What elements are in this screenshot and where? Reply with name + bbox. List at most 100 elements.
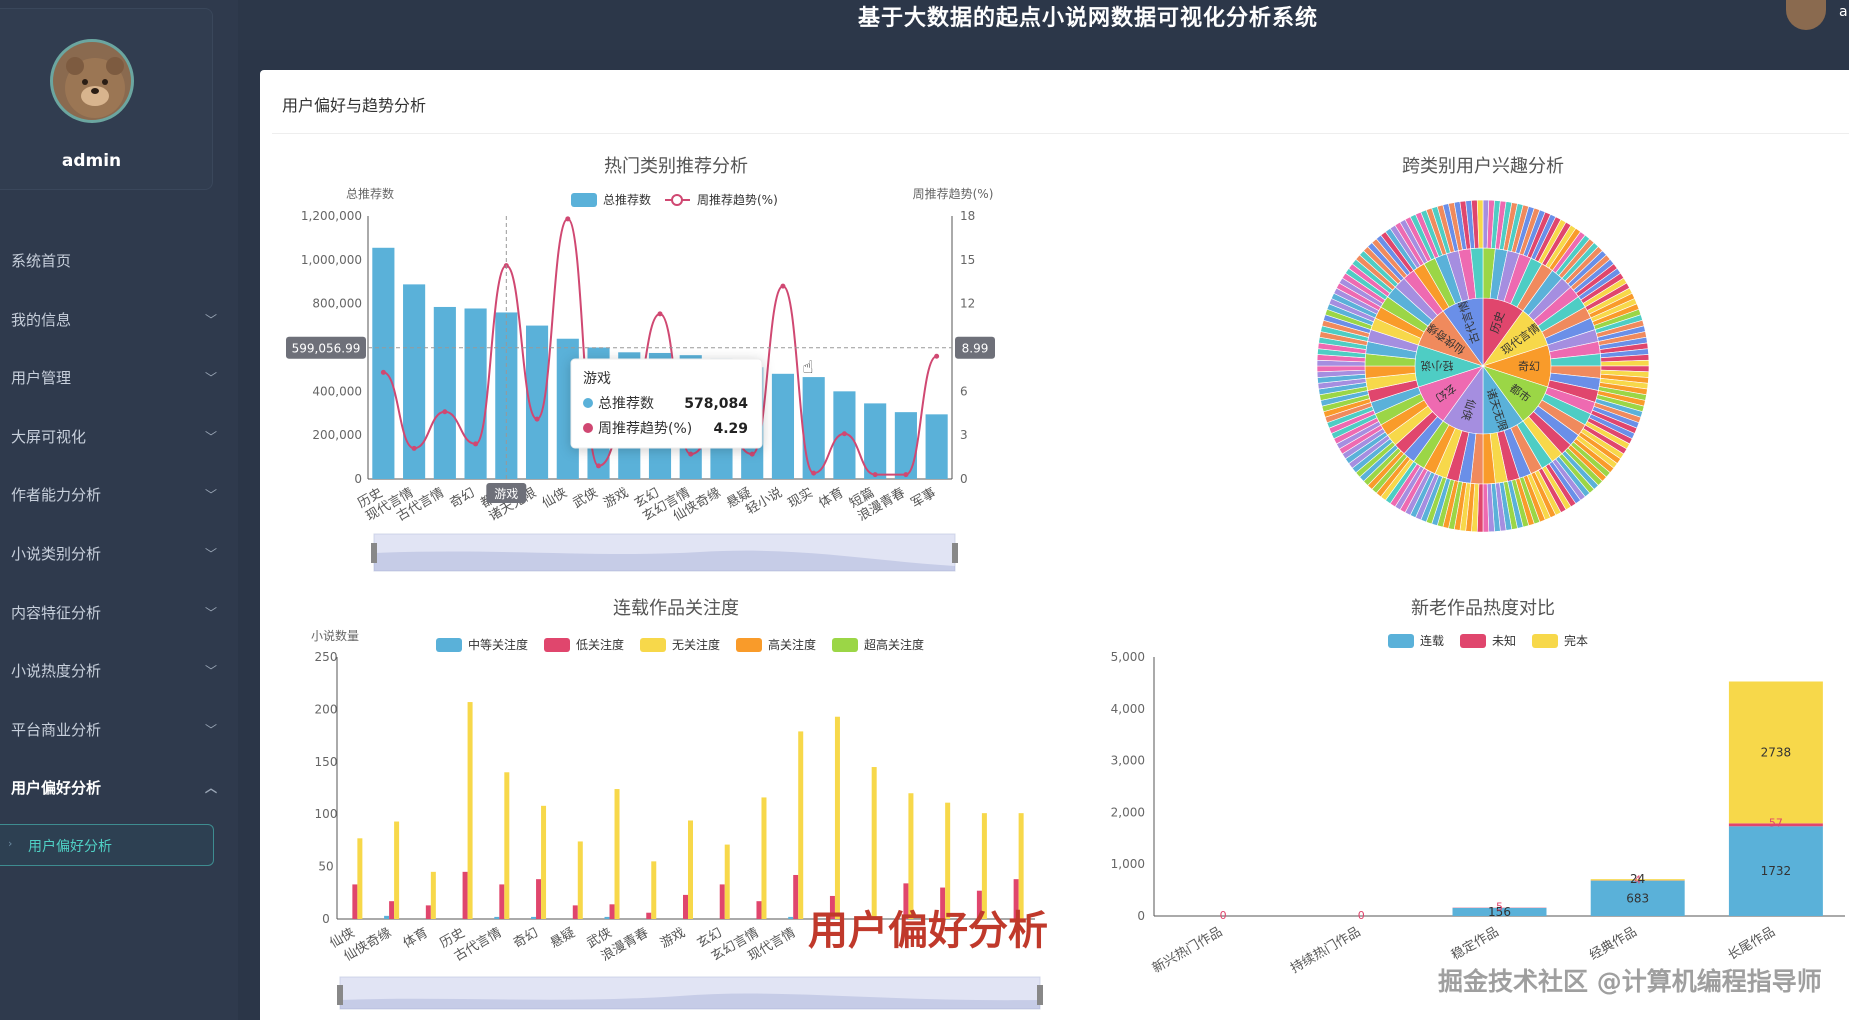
- bar-serial: [531, 916, 537, 919]
- watermark: 掘金技术社区 @计算机编程指导师: [1438, 967, 1822, 996]
- x-tick-label: 轻小说: [744, 485, 785, 517]
- bar-serial: [394, 821, 400, 919]
- bar-serial: [871, 767, 877, 919]
- charts-canvas: 热门类别推荐分析总推荐数 周推荐趋势(%)总推荐数 周推荐趋势(%)0 0200,00…: [286, 156, 1845, 1010]
- legend-label-0: 总推荐数: [603, 192, 651, 207]
- legend-swatch-0: [436, 638, 462, 652]
- tooltip-marker: [583, 423, 593, 433]
- bar-serial: [467, 702, 473, 919]
- bar-serial: [788, 916, 794, 919]
- sunburst-inner-label: 奇幻: [1518, 360, 1540, 373]
- chart-title-hot: 热门类别推荐分析: [604, 156, 748, 177]
- datazoom-handle-left: [371, 543, 377, 563]
- y-axis-label-left: 总推荐数: [346, 186, 394, 201]
- y-tick-left: 0: [354, 472, 362, 486]
- legend-swatch-0: [571, 193, 597, 207]
- legend-swatch-2: [1532, 634, 1558, 648]
- bar-serial: [793, 874, 799, 919]
- y-axis-label: 小说数量: [311, 628, 359, 643]
- datazoom-handle-right: [952, 543, 958, 563]
- x-tick-label: 长尾作品: [1725, 924, 1778, 963]
- y-tick-left: 1,000,000: [301, 253, 362, 267]
- y-tick: 100: [315, 807, 338, 821]
- trend-point: [657, 311, 663, 317]
- trend-point: [841, 431, 847, 437]
- chart-title-serial: 连载作品关注度: [613, 598, 739, 619]
- x-tick-label: 现实: [786, 485, 816, 511]
- data-label: 57: [1769, 816, 1783, 829]
- trend-point: [380, 369, 386, 375]
- tooltip-row-label: 周推荐趋势(%): [598, 421, 692, 437]
- trend-point: [442, 409, 448, 415]
- bar-serial: [425, 905, 431, 919]
- x-tick-label: 悬疑: [547, 925, 578, 952]
- bar-serial: [572, 905, 578, 919]
- bar-serial: [430, 871, 436, 919]
- trend-point: [411, 445, 417, 451]
- x-tick-label: 稳定作品: [1448, 924, 1501, 964]
- y-tick: 4,000: [1111, 702, 1145, 716]
- y-tick-left: 400,000: [312, 384, 362, 398]
- y-tick: 1,000: [1111, 857, 1145, 871]
- y-tick: 5,000: [1111, 650, 1145, 664]
- y-axis-label-right: 周推荐趋势(%): [913, 187, 994, 201]
- datazoom-handle-left: [337, 985, 343, 1005]
- legend-label-0: 连载: [1420, 633, 1444, 648]
- legend-label-4: 超高关注度: [864, 637, 924, 652]
- bar-serial: [798, 731, 804, 919]
- overlay-caption: 用户偏好分析: [808, 908, 1048, 954]
- legend-label-2: 完本: [1564, 633, 1588, 648]
- trend-point: [749, 451, 755, 457]
- trend-point: [903, 472, 909, 478]
- y-tick-left: 200,000: [312, 428, 362, 442]
- bar-hot: [464, 308, 487, 479]
- legend-swatch-1: [544, 638, 570, 652]
- axis-pointer-value-left: 599,056.99: [292, 342, 361, 356]
- bar-serial: [541, 805, 547, 919]
- y-tick-right: 3: [960, 428, 968, 442]
- bar-serial: [389, 901, 395, 919]
- bar-serial: [494, 916, 500, 919]
- chart-title-sunburst: 跨类别用户兴趣分析: [1402, 156, 1564, 177]
- y-tick: 0: [322, 912, 330, 926]
- tooltip-row-value: 578,084: [684, 396, 748, 412]
- y-tick-left: 800,000: [312, 297, 362, 311]
- data-label: 683: [1626, 891, 1649, 905]
- x-tick-label: 武侠: [570, 485, 600, 511]
- trend-point: [473, 441, 479, 447]
- bar-hot: [433, 306, 456, 479]
- legend-label-1: 低关注度: [576, 637, 624, 652]
- bar-serial: [357, 838, 363, 919]
- bar-serial: [724, 844, 730, 919]
- tooltip-row-label: 总推荐数: [598, 396, 654, 412]
- data-label: 24: [1630, 872, 1645, 886]
- x-tick-label: 仙侠: [540, 485, 570, 511]
- bar-serial: [462, 871, 468, 919]
- x-tick-label: 持续热门作品: [1288, 924, 1363, 976]
- bar-hot: [925, 414, 948, 479]
- tooltip-row-value: 4.29: [713, 421, 748, 437]
- bar-serial: [352, 884, 358, 919]
- trend-point: [934, 353, 940, 359]
- bar-serial: [688, 820, 693, 919]
- data-label: 5: [1496, 901, 1503, 914]
- y-tick-right: 18: [960, 209, 975, 223]
- chart-title-newold: 新老作品热度对比: [1411, 598, 1555, 619]
- bar-serial: [499, 884, 505, 919]
- axis-pointer-value-x: 游戏: [494, 487, 518, 501]
- data-label: 0: [1358, 909, 1365, 922]
- y-tick: 0: [1137, 909, 1145, 923]
- y-tick-right: 0: [960, 472, 968, 486]
- bar-serial: [646, 912, 652, 919]
- x-tick-label: 新兴热门作品: [1150, 924, 1226, 977]
- y-tick-right: 15: [960, 253, 975, 267]
- y-tick-right: 6: [960, 384, 968, 398]
- bar-serial: [384, 915, 390, 919]
- x-tick-label: 奇幻: [447, 485, 478, 512]
- sunburst-inner-label: 轻小说: [1421, 359, 1454, 373]
- bar-hot: [372, 247, 395, 479]
- trend-point: [780, 283, 786, 289]
- legend-swatch-4: [832, 638, 858, 652]
- y-tick: 50: [318, 860, 333, 874]
- data-label: 0: [1220, 909, 1227, 922]
